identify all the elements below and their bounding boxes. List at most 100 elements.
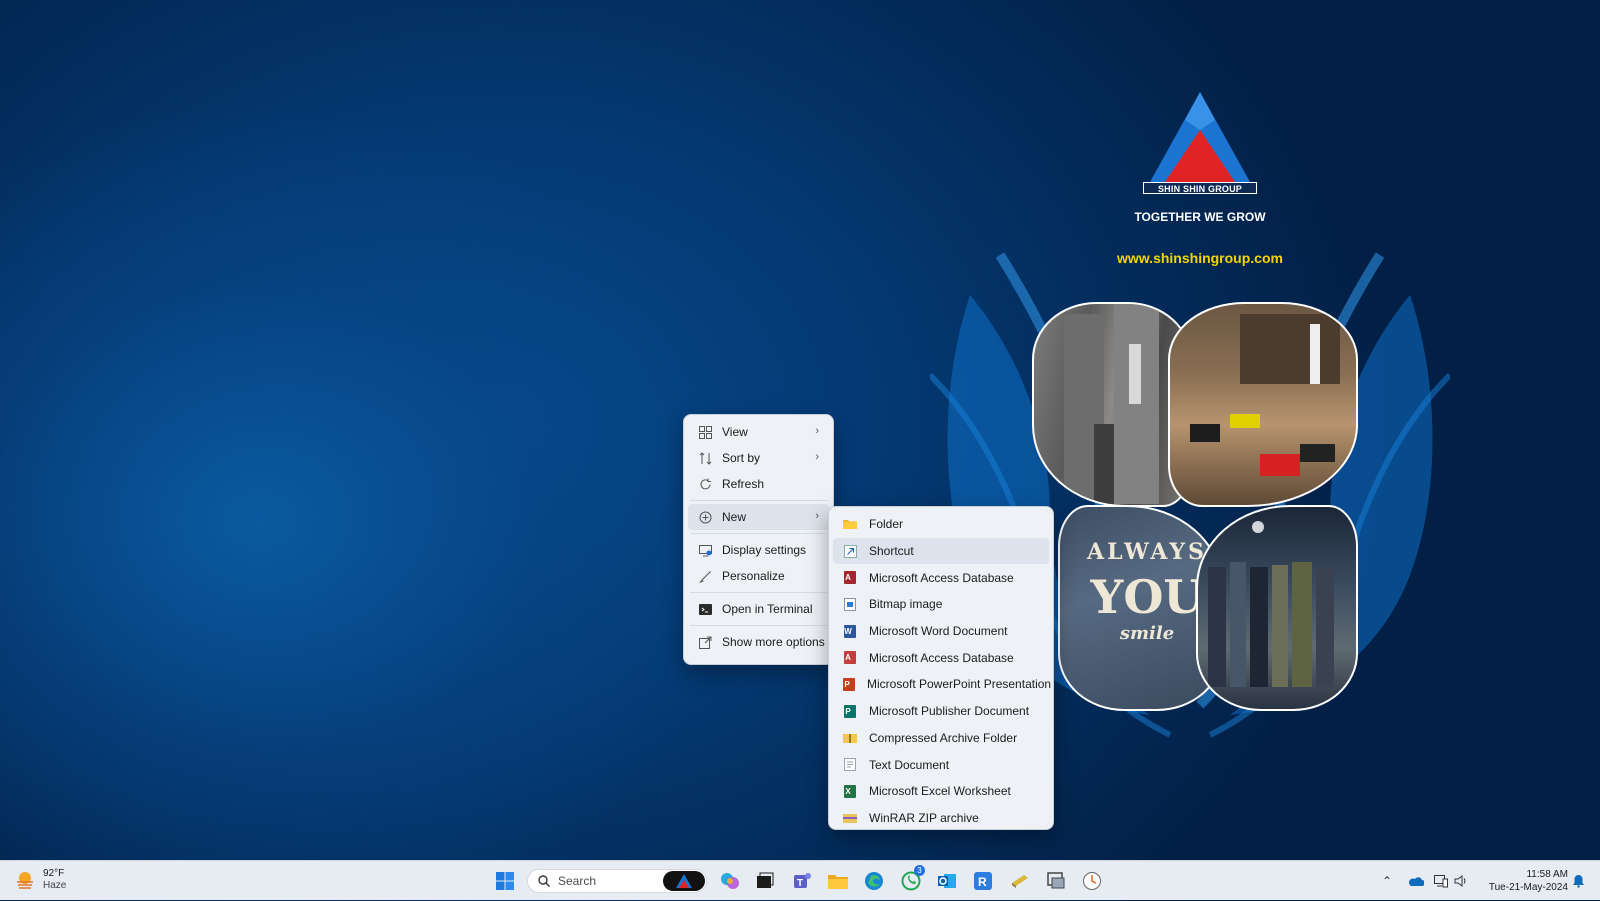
more-options-icon (698, 635, 712, 649)
new-item-label: Microsoft Access Database (869, 570, 1014, 585)
menu-item-personalize[interactable]: Personalize (688, 563, 829, 589)
text-document-icon (843, 758, 857, 772)
photo-store (1168, 302, 1358, 507)
brand-name: SHIN SHIN GROUP (1143, 182, 1257, 194)
clock-app-button[interactable] (1080, 869, 1104, 893)
display-icon (698, 543, 712, 557)
jacket-print: ALWAYS YOU smile (1087, 539, 1207, 644)
menu-separator (690, 625, 827, 626)
start-button[interactable] (493, 869, 517, 893)
screen-tool-icon (1047, 872, 1065, 889)
view-grid-icon (698, 425, 712, 439)
network-button[interactable] (1434, 861, 1448, 901)
menu-item-label: Personalize (722, 569, 785, 583)
new-submenu: Folder Shortcut Microsoft Access Databas… (828, 506, 1054, 830)
new-item-publisher[interactable]: Microsoft Publisher Document (833, 698, 1049, 725)
edge-icon (865, 872, 883, 890)
menu-item-sort-by[interactable]: Sort by › (688, 445, 829, 471)
menu-separator (690, 533, 827, 534)
menu-item-new[interactable]: New › (688, 504, 829, 530)
zip-folder-icon (843, 731, 857, 745)
desktop[interactable]: SHIN SHIN GROUP TOGETHER WE GROW www.shi… (0, 0, 1600, 860)
pyramid-logo-icon (1150, 92, 1250, 182)
folder-icon (843, 517, 857, 531)
desktop-context-menu: View › Sort by › Refresh New › Display s… (683, 414, 834, 665)
chevron-up-icon: ⌃ (1382, 874, 1393, 888)
company-logo: SHIN SHIN GROUP (1100, 90, 1300, 194)
task-view-button[interactable] (753, 869, 777, 893)
publisher-icon (843, 704, 857, 718)
terminal-icon (698, 602, 712, 616)
new-item-folder[interactable]: Folder (833, 511, 1049, 538)
new-item-label: Microsoft PowerPoint Presentation (867, 677, 1052, 692)
clock-date: Tue-21-May-2024 (1488, 882, 1568, 893)
new-item-access-database[interactable]: Microsoft Access Database (833, 564, 1049, 591)
menu-item-show-more-options[interactable]: Show more options (688, 629, 829, 655)
sticky-notes-icon (1012, 875, 1028, 888)
search-icon (538, 875, 550, 887)
photo-clothes-rack (1196, 505, 1358, 711)
new-item-excel-worksheet[interactable]: Microsoft Excel Worksheet (833, 778, 1049, 805)
new-item-label: Folder (869, 517, 904, 532)
new-item-access-database-2[interactable]: Microsoft Access Database (833, 644, 1049, 671)
windows-logo-icon (496, 872, 514, 890)
new-item-bitmap[interactable]: Bitmap image (833, 591, 1049, 618)
excel-icon (843, 784, 857, 798)
volume-button[interactable] (1454, 861, 1468, 901)
menu-item-open-terminal[interactable]: Open in Terminal (688, 596, 829, 622)
word-icon (843, 624, 857, 638)
snipping-tool-button[interactable] (1044, 869, 1068, 893)
menu-item-label: Sort by (722, 451, 761, 465)
outlook-button[interactable] (935, 869, 959, 893)
search-placeholder: Search (558, 874, 597, 888)
network-icon (1434, 875, 1448, 888)
new-item-compressed-folder[interactable]: Compressed Archive Folder (833, 725, 1049, 752)
new-item-label: Bitmap image (869, 597, 943, 612)
edge-button[interactable] (862, 869, 886, 893)
weather-widget[interactable]: 92°F Haze (14, 868, 66, 892)
task-view-icon (757, 872, 774, 888)
tagline: TOGETHER WE GROW (1134, 210, 1266, 224)
copilot-button[interactable] (718, 869, 742, 893)
new-item-label: WinRAR ZIP archive (869, 810, 979, 825)
haze-sun-icon (17, 872, 33, 889)
new-plus-icon (698, 510, 712, 524)
menu-item-refresh[interactable]: Refresh (688, 471, 829, 497)
new-item-label: Compressed Archive Folder (869, 730, 1018, 745)
menu-item-view[interactable]: View › (688, 419, 829, 445)
notifications-button[interactable] (1572, 861, 1585, 901)
teams-button[interactable]: T (790, 869, 814, 893)
menu-item-display-settings[interactable]: Display settings (688, 537, 829, 563)
menu-item-label: Show more options (722, 635, 825, 649)
taskbar-search[interactable]: Search (527, 869, 707, 893)
chevron-right-icon: › (815, 510, 819, 522)
onedrive-button[interactable] (1408, 861, 1424, 901)
access-icon (843, 571, 857, 585)
system-clock[interactable]: 11:58 AM Tue-21-May-2024 (1478, 868, 1568, 894)
new-item-text-document[interactable]: Text Document (833, 751, 1049, 778)
volume-icon (1454, 875, 1466, 887)
refresh-icon (698, 477, 712, 491)
menu-separator (690, 500, 827, 501)
new-item-shortcut[interactable]: Shortcut (833, 537, 1049, 565)
svg-text:R: R (978, 875, 987, 889)
svg-text:T: T (797, 878, 803, 889)
menu-item-label: Display settings (722, 543, 807, 557)
search-highlight-image (663, 871, 705, 891)
tray-overflow-button[interactable]: ⌃ (1382, 861, 1392, 901)
menu-item-label: New (722, 510, 747, 524)
file-explorer-button[interactable] (826, 869, 850, 893)
new-item-label: Microsoft Excel Worksheet (869, 784, 1011, 799)
whatsapp-button[interactable]: 3 (899, 865, 925, 893)
new-item-label: Shortcut (869, 544, 914, 559)
chevron-right-icon: › (815, 425, 819, 437)
shortcut-icon (843, 544, 857, 558)
notes-app-button[interactable] (1008, 869, 1032, 893)
new-item-winrar-zip[interactable]: WinRAR ZIP archive (833, 805, 1049, 832)
brush-icon (698, 569, 712, 583)
access-icon (843, 651, 857, 665)
bell-icon (1573, 875, 1584, 888)
new-item-word-document[interactable]: Microsoft Word Document (833, 618, 1049, 645)
new-item-powerpoint[interactable]: Microsoft PowerPoint Presentation (833, 671, 1052, 698)
remote-app-button[interactable]: R (971, 869, 995, 893)
